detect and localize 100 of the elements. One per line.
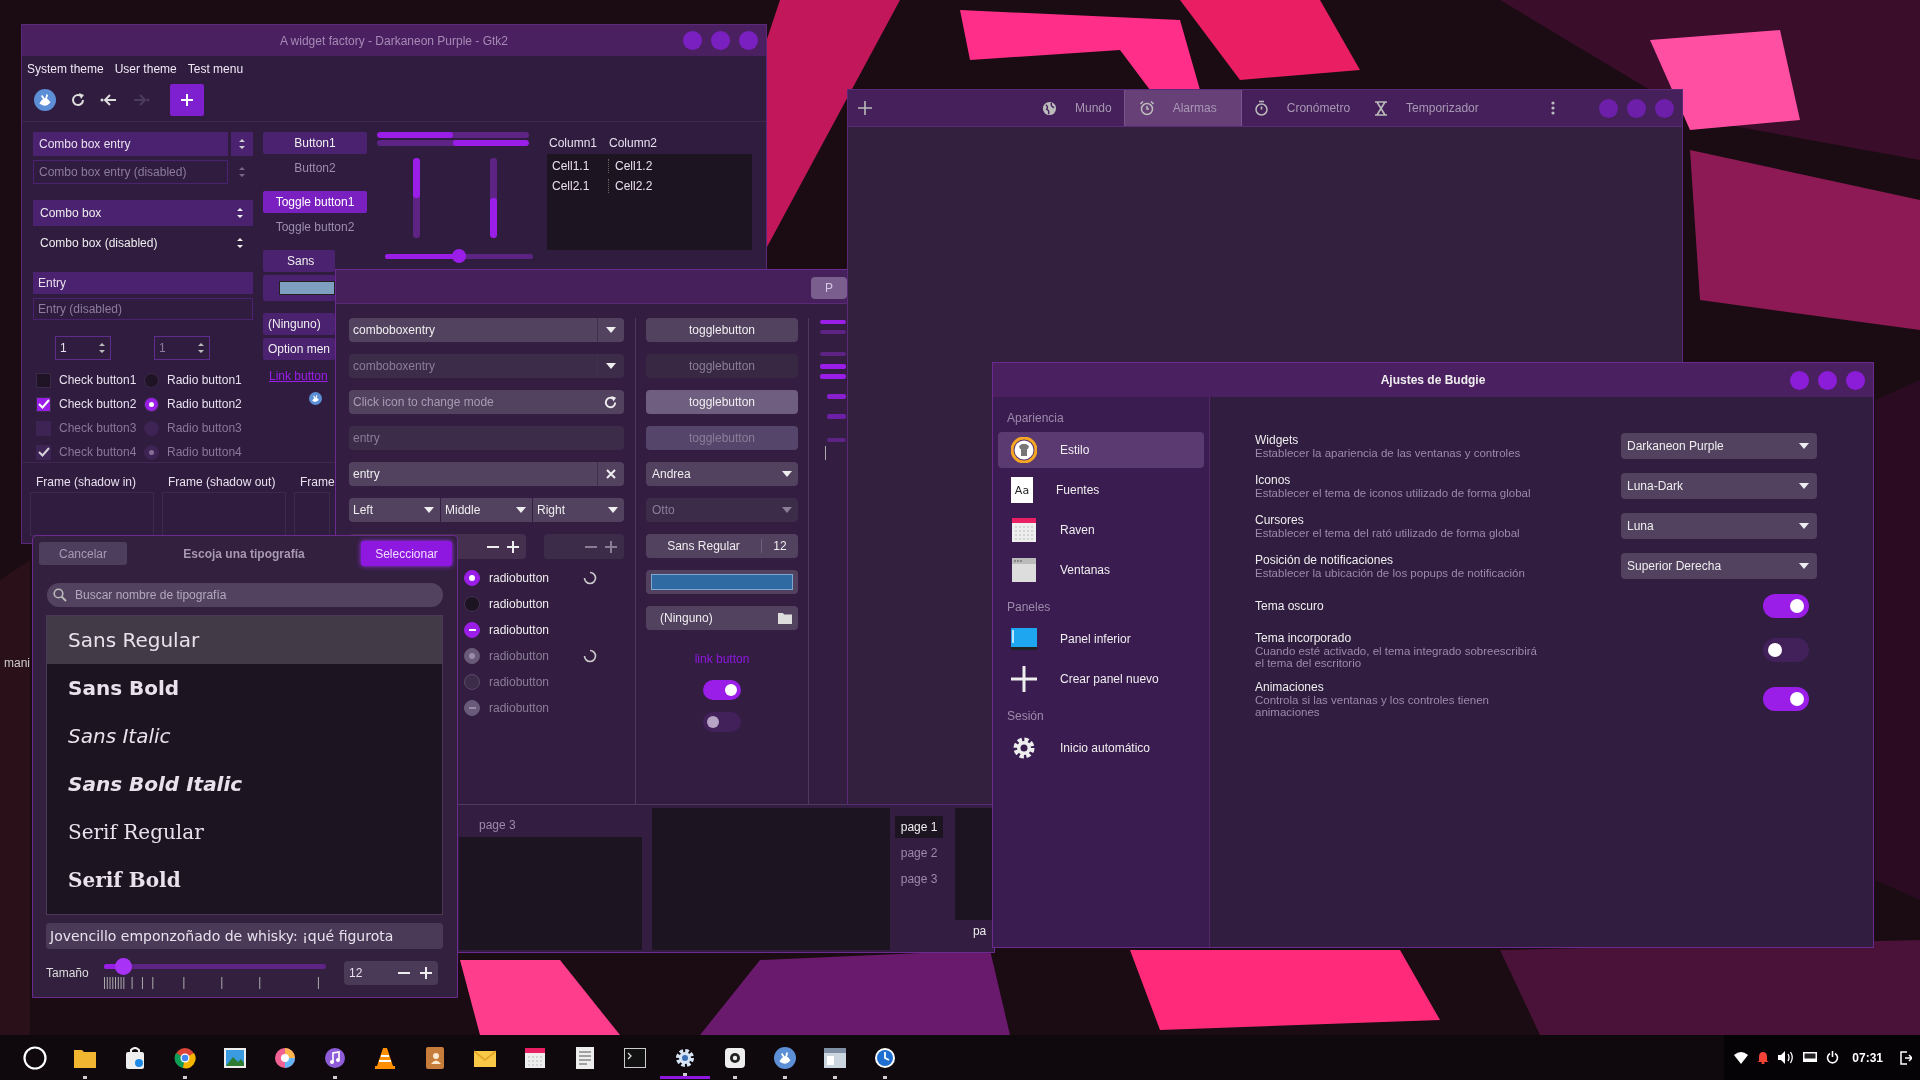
font-list-item[interactable]: Sans Bold <box>47 664 442 712</box>
menu-item[interactable]: User theme <box>114 62 177 76</box>
radio-button[interactable] <box>144 396 159 412</box>
font-button[interactable]: Sans <box>263 250 335 272</box>
toolbar-button[interactable] <box>100 93 118 107</box>
sidebar-item[interactable]: Ventanas <box>998 552 1204 588</box>
display-icon[interactable] <box>1803 1051 1818 1064</box>
image-icon <box>224 1047 246 1068</box>
toggle-switch[interactable] <box>703 680 741 700</box>
logout-icon[interactable] <box>1900 1050 1912 1065</box>
font-list-item[interactable]: Serif Regular <box>47 808 442 856</box>
toolbar-button[interactable] <box>34 89 56 111</box>
plus-icon <box>858 101 872 115</box>
add-button[interactable] <box>170 84 204 116</box>
combo-box[interactable]: Andrea <box>646 462 798 486</box>
column-header[interactable]: Column2 <box>609 136 659 150</box>
notebook-tab[interactable]: page 3 <box>459 808 642 837</box>
slider-thumb[interactable] <box>114 957 132 975</box>
setting-description: Cuando esté activado, el tema integrado sobreescribirá el tema del escritorio <box>1255 645 1538 669</box>
radio-button[interactable] <box>464 621 480 638</box>
cancel-button[interactable]: Cancelar <box>39 542 127 565</box>
font-list-item[interactable]: Sans Regular <box>47 616 442 664</box>
clock-time[interactable]: 07:31 <box>1852 1050 1883 1065</box>
caret-icon <box>1799 442 1809 449</box>
menu-icon[interactable] <box>1550 101 1555 115</box>
toggle-button[interactable]: togglebutton <box>646 318 798 342</box>
clear-icon[interactable] <box>606 469 616 479</box>
toggle-switch[interactable] <box>1763 593 1809 618</box>
slider-thumb[interactable] <box>452 248 466 263</box>
spin-button[interactable]: 12 <box>344 961 438 985</box>
sidebar-item[interactable]: Panel inferior <box>998 621 1204 657</box>
file-button[interactable]: (Ninguno) <box>263 313 335 335</box>
notebook-tab[interactable]: page 3 <box>894 868 944 890</box>
toggle-switch[interactable] <box>1763 687 1809 711</box>
checkbox[interactable] <box>36 396 51 412</box>
radio-button[interactable] <box>144 372 159 388</box>
color-button[interactable] <box>646 570 798 594</box>
combo-entry-field[interactable]: Combo box entry <box>33 132 228 156</box>
speaker-icon[interactable] <box>1778 1051 1795 1064</box>
tab[interactable]: Mundo <box>1030 90 1124 126</box>
file-button[interactable]: (Ninguno) <box>646 606 798 630</box>
sidebar-item[interactable]: Aa Fuentes <box>998 472 1204 508</box>
notebook-tab[interactable]: page 2 <box>894 842 944 864</box>
text-field[interactable]: Click icon to change mode <box>349 390 624 414</box>
text-field[interactable]: entry <box>349 462 624 486</box>
radio-button[interactable] <box>464 569 480 586</box>
entry-text: comboboxentry <box>353 323 436 337</box>
size-label: Tamaño <box>46 966 90 980</box>
font-list-item[interactable]: Sans Bold Italic <box>47 760 442 808</box>
combo-box[interactable]: Right <box>533 498 624 522</box>
power-icon[interactable] <box>1826 1051 1840 1064</box>
sidebar-item[interactable]: Raven <box>998 512 1204 548</box>
toggle-button[interactable]: togglebutton <box>646 390 798 414</box>
dropdown[interactable]: Luna <box>1621 512 1817 539</box>
notebook-tab[interactable]: page 1 <box>894 816 944 838</box>
column-header[interactable]: Column1 <box>549 136 599 150</box>
option-menu[interactable]: Option men <box>263 338 335 360</box>
wifi-icon[interactable] <box>1734 1051 1749 1064</box>
select-button[interactable]: Seleccionar <box>361 541 452 566</box>
push-button[interactable]: Button2 <box>263 157 367 179</box>
toggle-button[interactable]: Toggle button1 <box>263 191 367 213</box>
toggle-switch[interactable] <box>703 712 741 732</box>
dropdown-button[interactable] <box>231 132 253 156</box>
text-field[interactable]: Entry <box>33 272 253 294</box>
tab[interactable]: Temporizador <box>1362 90 1491 126</box>
toggle-switch[interactable] <box>1763 638 1809 662</box>
slider[interactable] <box>385 249 533 263</box>
menu-item[interactable]: Test menu <box>187 62 244 76</box>
notebook-tab[interactable]: pa <box>954 920 994 938</box>
font-button[interactable]: Sans Regular 12 <box>646 534 798 558</box>
search-field[interactable]: Buscar nombre de tipografía <box>47 583 443 607</box>
section-heading: Sesión <box>1006 708 1045 725</box>
font-list-item[interactable]: Sans Italic <box>47 712 442 760</box>
search-icon <box>53 588 67 602</box>
sidebar-item[interactable]: Crear panel nuevo <box>998 661 1204 697</box>
bell-icon[interactable] <box>1757 1051 1770 1064</box>
sidebar-item[interactable]: Inicio automático <box>998 730 1204 766</box>
combo-box[interactable]: Middle <box>441 498 532 522</box>
push-button[interactable]: Button1 <box>263 132 367 154</box>
dropdown[interactable]: Superior Derecha <box>1621 552 1817 579</box>
refresh-icon[interactable] <box>603 394 618 410</box>
dropdown[interactable]: Darkaneon Purple <box>1621 432 1817 459</box>
font-list-item[interactable]: Serif Bold <box>47 856 442 904</box>
size-slider[interactable] <box>104 957 326 975</box>
preview-field[interactable]: Jovencillo emponzoñado de whisky: ¡qué figurota <box>46 923 443 949</box>
paw-icon <box>308 392 322 405</box>
setting-title: Tema incorporado <box>1255 631 1353 645</box>
sidebar-item[interactable]: Estilo <box>998 432 1204 468</box>
radio-button[interactable] <box>464 595 480 612</box>
menu-item[interactable]: System theme <box>27 62 104 76</box>
combo-box[interactable]: Combo box <box>33 200 253 226</box>
toolbar-button[interactable] <box>70 92 86 108</box>
toggle-button[interactable]: Toggle button2 <box>263 216 367 238</box>
checkbox[interactable] <box>36 372 51 388</box>
combo-box[interactable]: Left <box>349 498 440 522</box>
table-cell: Cell1.2 <box>608 159 671 173</box>
tab[interactable]: Cronómetro <box>1241 90 1363 126</box>
combo-box-entry[interactable]: comboboxentry <box>349 318 624 342</box>
dropdown[interactable]: Luna-Dark <box>1621 472 1817 499</box>
color-button[interactable] <box>263 275 335 301</box>
